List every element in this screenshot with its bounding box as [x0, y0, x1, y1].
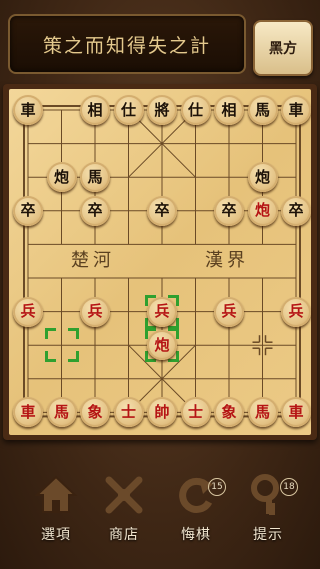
- piece-red[interactable]: 兵: [147, 296, 177, 327]
- undo-label: 悔棋: [181, 527, 211, 543]
- river-label-han: 漢界: [205, 250, 249, 271]
- chess-board[interactable]: 楚河 漢界 車相仕將仕相馬車炮馬炮卒卒卒卒炮卒兵兵兵兵兵炮車馬象士帥士象馬車: [9, 89, 311, 435]
- piece-red[interactable]: 士: [113, 397, 144, 428]
- options-label: 選項: [41, 527, 71, 543]
- piece-red[interactable]: 兵: [80, 296, 110, 327]
- piece-black[interactable]: 炮: [46, 162, 77, 193]
- bottom-toolbar: 選項 商店 悔棋 15 提示 18: [0, 458, 320, 569]
- hint-label: 提示: [253, 527, 283, 543]
- shop-icon: [105, 476, 143, 514]
- piece-black[interactable]: 仕: [180, 95, 211, 125]
- piece-black[interactable]: 炮: [247, 162, 278, 193]
- board-grid: [23, 105, 301, 418]
- piece-red[interactable]: 兵: [13, 296, 43, 327]
- hint-count-badge: 18: [280, 478, 298, 496]
- piece-black[interactable]: 卒: [281, 195, 311, 226]
- level-title: 策之而知得失之計: [42, 34, 211, 57]
- piece-red[interactable]: 炮: [247, 195, 278, 226]
- piece-black[interactable]: 卒: [147, 195, 177, 226]
- piece-black[interactable]: 卒: [13, 195, 43, 226]
- piece-black[interactable]: 馬: [80, 162, 110, 193]
- piece-red[interactable]: 馬: [46, 397, 77, 428]
- piece-black[interactable]: 卒: [80, 195, 110, 226]
- piece-red[interactable]: 炮: [147, 330, 177, 361]
- piece-black[interactable]: 卒: [214, 195, 244, 226]
- side-button[interactable]: 黑方: [253, 20, 313, 76]
- piece-red[interactable]: 兵: [214, 296, 244, 327]
- title-panel: 策之而知得失之計: [8, 14, 246, 74]
- selection-marker: [44, 328, 79, 363]
- piece-black[interactable]: 車: [13, 95, 43, 125]
- piece-red[interactable]: 士: [180, 397, 211, 428]
- undo-count-badge: 15: [208, 478, 226, 496]
- piece-red[interactable]: 兵: [281, 296, 311, 327]
- piece-black[interactable]: 車: [281, 95, 311, 125]
- piece-black[interactable]: 相: [80, 95, 110, 125]
- piece-black[interactable]: 將: [147, 95, 177, 125]
- piece-black[interactable]: 仕: [113, 95, 144, 125]
- piece-black[interactable]: 相: [214, 95, 244, 125]
- undo-button[interactable]: 悔棋 15: [164, 472, 228, 556]
- piece-red[interactable]: 馬: [247, 397, 278, 428]
- shop-label: 商店: [109, 527, 139, 543]
- house-icon: [34, 475, 78, 513]
- river-label-chu: 楚河: [71, 250, 115, 271]
- shop-button[interactable]: 商店: [92, 472, 156, 556]
- options-button[interactable]: 選項: [24, 472, 88, 556]
- piece-black[interactable]: 馬: [247, 95, 278, 125]
- board-frame: 楚河 漢界 車相仕將仕相馬車炮馬炮卒卒卒卒炮卒兵兵兵兵兵炮車馬象士帥士象馬車: [3, 84, 317, 440]
- hint-button[interactable]: 提示 18: [236, 472, 300, 556]
